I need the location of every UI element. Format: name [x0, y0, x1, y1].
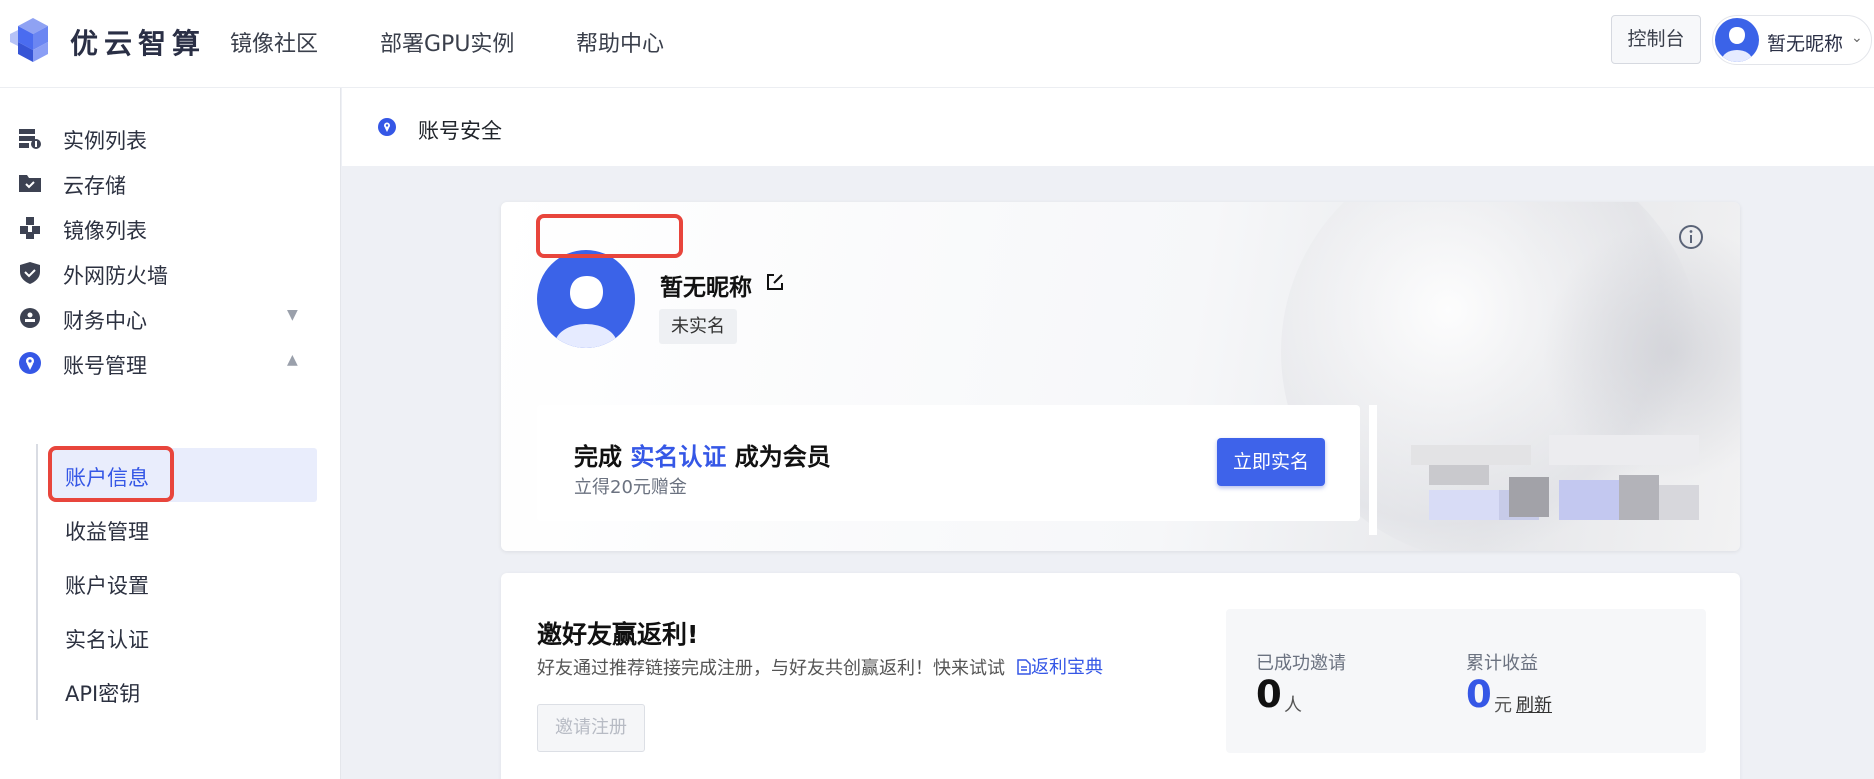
earnings-unit: 元 — [1494, 695, 1512, 716]
folder-icon — [19, 175, 41, 192]
sidebar-subitem-api-key[interactable]: API密钥 — [52, 664, 317, 718]
sidebar-subitem-earnings[interactable]: 收益管理 — [52, 502, 317, 556]
location-pin-icon — [19, 352, 41, 374]
invited-label: 已成功邀请 — [1256, 653, 1346, 674]
invited-unit: 人 — [1284, 695, 1302, 716]
sidebar-subitem-label: 实名认证 — [65, 628, 149, 652]
invited-count: 0 — [1256, 673, 1282, 716]
verification-promo: 完成 实名认证 成为会员 立得20元赠金 立即实名 — [537, 405, 1360, 521]
invite-card: 邀好友赢返利! 好友通过推荐链接完成注册，与好友共创赢返利！快来试试 返利宝典 … — [501, 573, 1740, 779]
sidebar-item-label: 财务中心 — [63, 309, 147, 333]
sidebar-item-finance[interactable]: 财务中心 ▼ — [0, 295, 341, 341]
sidebar: 实例列表 云存储 镜像列表 外网防火墙 财务中心 ▼ 账号管理 ▲ 账户信息 收… — [0, 88, 341, 779]
edit-icon[interactable] — [765, 272, 785, 292]
console-button[interactable]: 控制台 — [1611, 15, 1701, 64]
promo-subtitle: 立得20元赠金 — [574, 477, 687, 498]
location-pin-icon — [378, 118, 396, 136]
promo-highlight[interactable]: 实名认证 — [630, 443, 726, 471]
invite-stats: 已成功邀请 0 人 累计收益 0 元 刷新 — [1226, 609, 1706, 753]
verify-now-button[interactable]: 立即实名 — [1217, 438, 1325, 486]
shield-icon — [20, 262, 40, 284]
info-icon[interactable] — [1678, 224, 1704, 250]
highlight-box — [48, 446, 174, 502]
promo-suffix: 成为会员 — [726, 443, 831, 471]
avatar[interactable] — [537, 250, 635, 348]
chevron-down-icon: ⌄ — [1851, 30, 1863, 46]
sidebar-item-label: 镜像列表 — [63, 219, 147, 243]
sidebar-subitem-verification[interactable]: 实名认证 — [52, 610, 317, 664]
nav-help-center[interactable]: 帮助中心 — [576, 26, 664, 58]
sidebar-item-firewall[interactable]: 外网防火墙 — [0, 250, 341, 296]
profile-card: 暂无昵称 未实名 完成 实名认证 成为会员 立得20元赠金 立即实名 — [501, 202, 1740, 551]
sidebar-item-label: 云存储 — [63, 174, 126, 198]
sidebar-item-account[interactable]: 账号管理 ▲ — [0, 340, 341, 386]
user-name: 暂无昵称 — [1767, 33, 1844, 55]
sidebar-subitem-label: 收益管理 — [65, 520, 149, 544]
cubes-icon — [20, 217, 40, 239]
nav-mirror-community[interactable]: 镜像社区 — [230, 26, 318, 58]
finance-icon — [20, 308, 40, 328]
earnings-value: 0 — [1466, 673, 1492, 716]
verification-badge: 未实名 — [659, 309, 737, 344]
document-icon — [1017, 659, 1031, 675]
sidebar-item-label: 外网防火墙 — [63, 264, 168, 288]
sidebar-subitem-label: 账户设置 — [65, 574, 149, 598]
server-list-icon — [19, 129, 41, 149]
promo-prefix: 完成 — [574, 443, 631, 471]
refresh-link[interactable]: 刷新 — [1516, 691, 1552, 717]
invite-description: 好友通过推荐链接完成注册，与好友共创赢返利！快来试试 — [537, 658, 1005, 679]
sidebar-subitem-label: API密钥 — [65, 682, 141, 706]
sidebar-item-label: 实例列表 — [63, 129, 147, 153]
sidebar-item-images[interactable]: 镜像列表 — [0, 205, 341, 251]
page-title: 账号安全 — [418, 119, 502, 143]
invite-register-button[interactable]: 邀请注册 — [537, 704, 645, 752]
sidebar-item-label: 账号管理 — [63, 354, 147, 378]
nav-deploy-gpu[interactable]: 部署GPU实例 — [380, 26, 514, 58]
promo-title: 完成 实名认证 成为会员 — [574, 437, 831, 472]
brand-logo-icon[interactable] — [10, 16, 56, 64]
earnings-label: 累计收益 — [1466, 653, 1538, 674]
rebate-guide-label: 返利宝典 — [1031, 657, 1103, 678]
avatar — [1715, 18, 1759, 62]
avatar-icon — [1722, 27, 1752, 62]
top-nav-bar: 优云智算 镜像社区 部署GPU实例 帮助中心 控制台 暂无昵称 ⌄ — [0, 0, 1874, 88]
sidebar-item-instances[interactable]: 实例列表 — [0, 115, 341, 161]
highlight-box — [536, 214, 683, 258]
submenu-divider — [36, 444, 38, 720]
blurred-image — [1369, 405, 1719, 535]
nickname: 暂无昵称 — [660, 275, 752, 301]
brand-name[interactable]: 优云智算 — [70, 22, 206, 62]
avatar-icon — [555, 276, 617, 348]
chevron-down-icon: ▼ — [287, 307, 298, 323]
sidebar-subitem-account-settings[interactable]: 账户设置 — [52, 556, 317, 610]
chevron-up-icon: ▲ — [287, 352, 298, 368]
user-menu[interactable]: 暂无昵称 ⌄ — [1712, 15, 1872, 65]
rebate-guide-link[interactable]: 返利宝典 — [1017, 653, 1103, 679]
sidebar-item-cloud-storage[interactable]: 云存储 — [0, 160, 341, 206]
invite-title: 邀好友赢返利! — [537, 620, 699, 649]
page-header: 账号安全 — [342, 88, 1874, 166]
